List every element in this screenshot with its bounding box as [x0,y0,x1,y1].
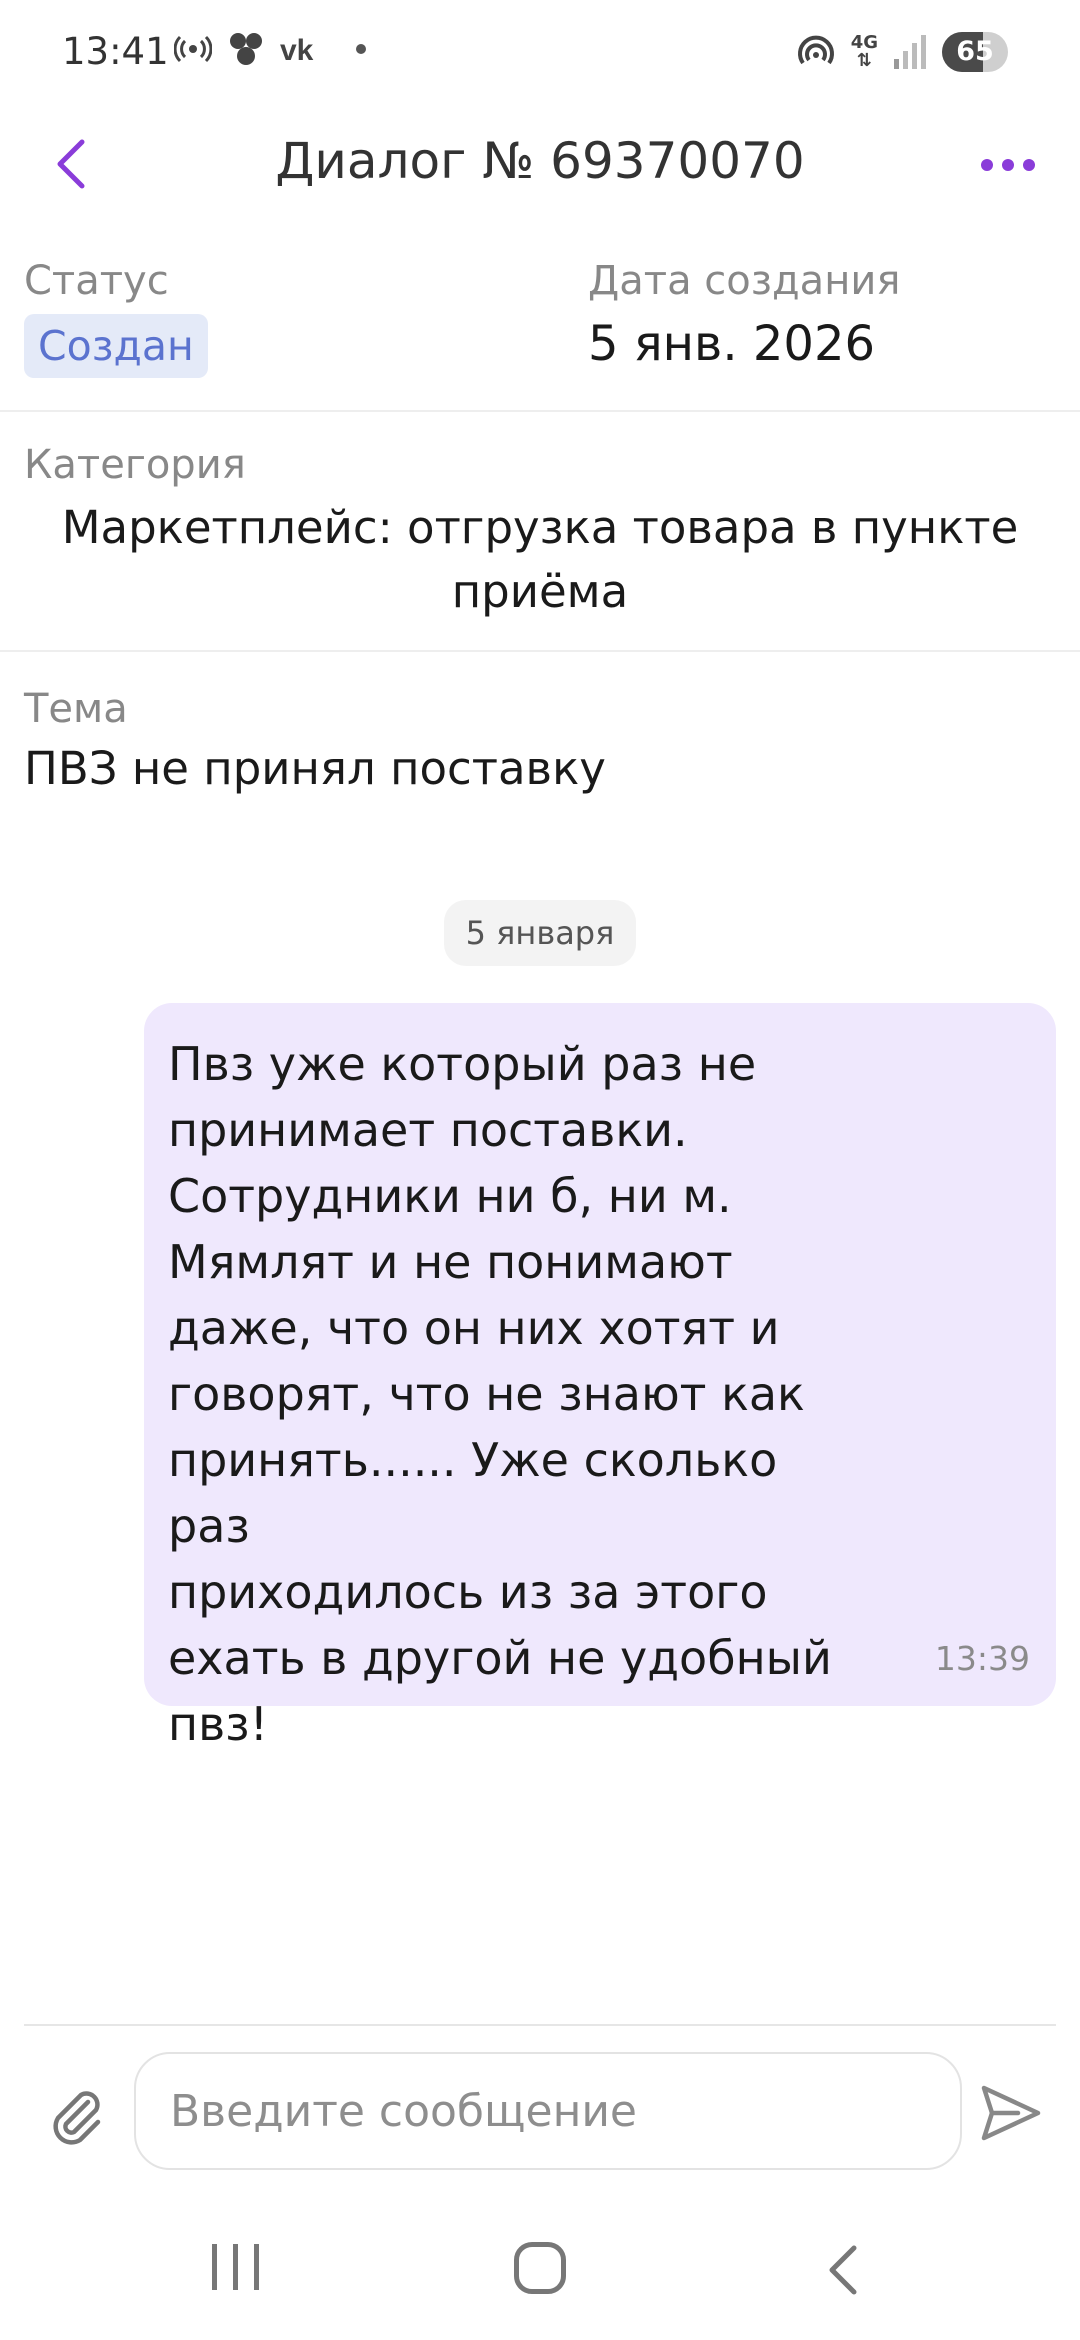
hotspot-icon [174,35,212,63]
notification-dot [356,44,366,54]
header: Диалог № 69370070 [0,110,1080,220]
more-options-button[interactable] [976,140,1040,190]
divider [24,2024,1056,2026]
battery-icon: 65 [942,32,1008,72]
back-icon[interactable] [820,2244,868,2296]
status-time: 13:41 [62,30,169,73]
topic-section: Тема ПВЗ не принял поставку [24,686,606,795]
status-right-icons: 4G ⇅ 65 [797,32,1008,72]
more-dots-icon [981,159,993,171]
message-time: 13:39 [934,1639,1030,1678]
category-label: Категория [24,442,246,488]
topic-value: ПВЗ не принял поставку [24,742,606,795]
svg-text:vk: vk [280,34,314,64]
status-badge: Создан [24,314,208,378]
category-value: Маркетплейс: отгрузка товара в пункте пр… [61,501,1019,618]
screen: 13:41 vk 4G ⇅ 65 Диалог № 69370070 Стату… [0,0,1080,2340]
date-label: Дата создания [588,258,901,304]
date-section: Дата создания 5 янв. 2026 [588,258,900,372]
divider [0,650,1080,652]
topic-label: Тема [24,686,128,732]
date-separator: 5 января [444,900,636,966]
cluster-icon [230,33,262,65]
network-type: 4G ⇅ [850,32,878,71]
status-section: Статус Создан [24,258,208,378]
signal-icon [894,35,926,69]
recent-apps-icon[interactable] [212,2244,259,2290]
category-section: Категория Маркетплейс: отгрузка товара в… [0,442,1080,624]
message-text: Пвз уже который раз не принимает поставк… [168,1037,832,1751]
battery-level: 65 [956,36,994,67]
message-bubble[interactable]: Пвз уже который раз не принимает поставк… [144,1003,1056,1751]
system-nav-bar [0,2230,1080,2340]
dialog-info-row: Статус Создан Дата создания 5 янв. 2026 [0,258,1080,408]
paperclip-icon[interactable] [44,2084,108,2148]
vk-icon: vk [280,34,314,64]
status-bar: 13:41 vk 4G ⇅ 65 [0,0,1080,110]
status-label: Статус [24,258,169,304]
status-left-icons: vk [174,30,366,68]
date-value: 5 янв. 2026 [588,316,876,372]
page-title: Диалог № 69370070 [275,132,805,190]
message-input[interactable] [134,2052,962,2170]
send-icon[interactable] [978,2080,1044,2146]
home-icon[interactable] [514,2242,566,2294]
divider [0,410,1080,412]
wifi-calling-icon [797,35,834,65]
